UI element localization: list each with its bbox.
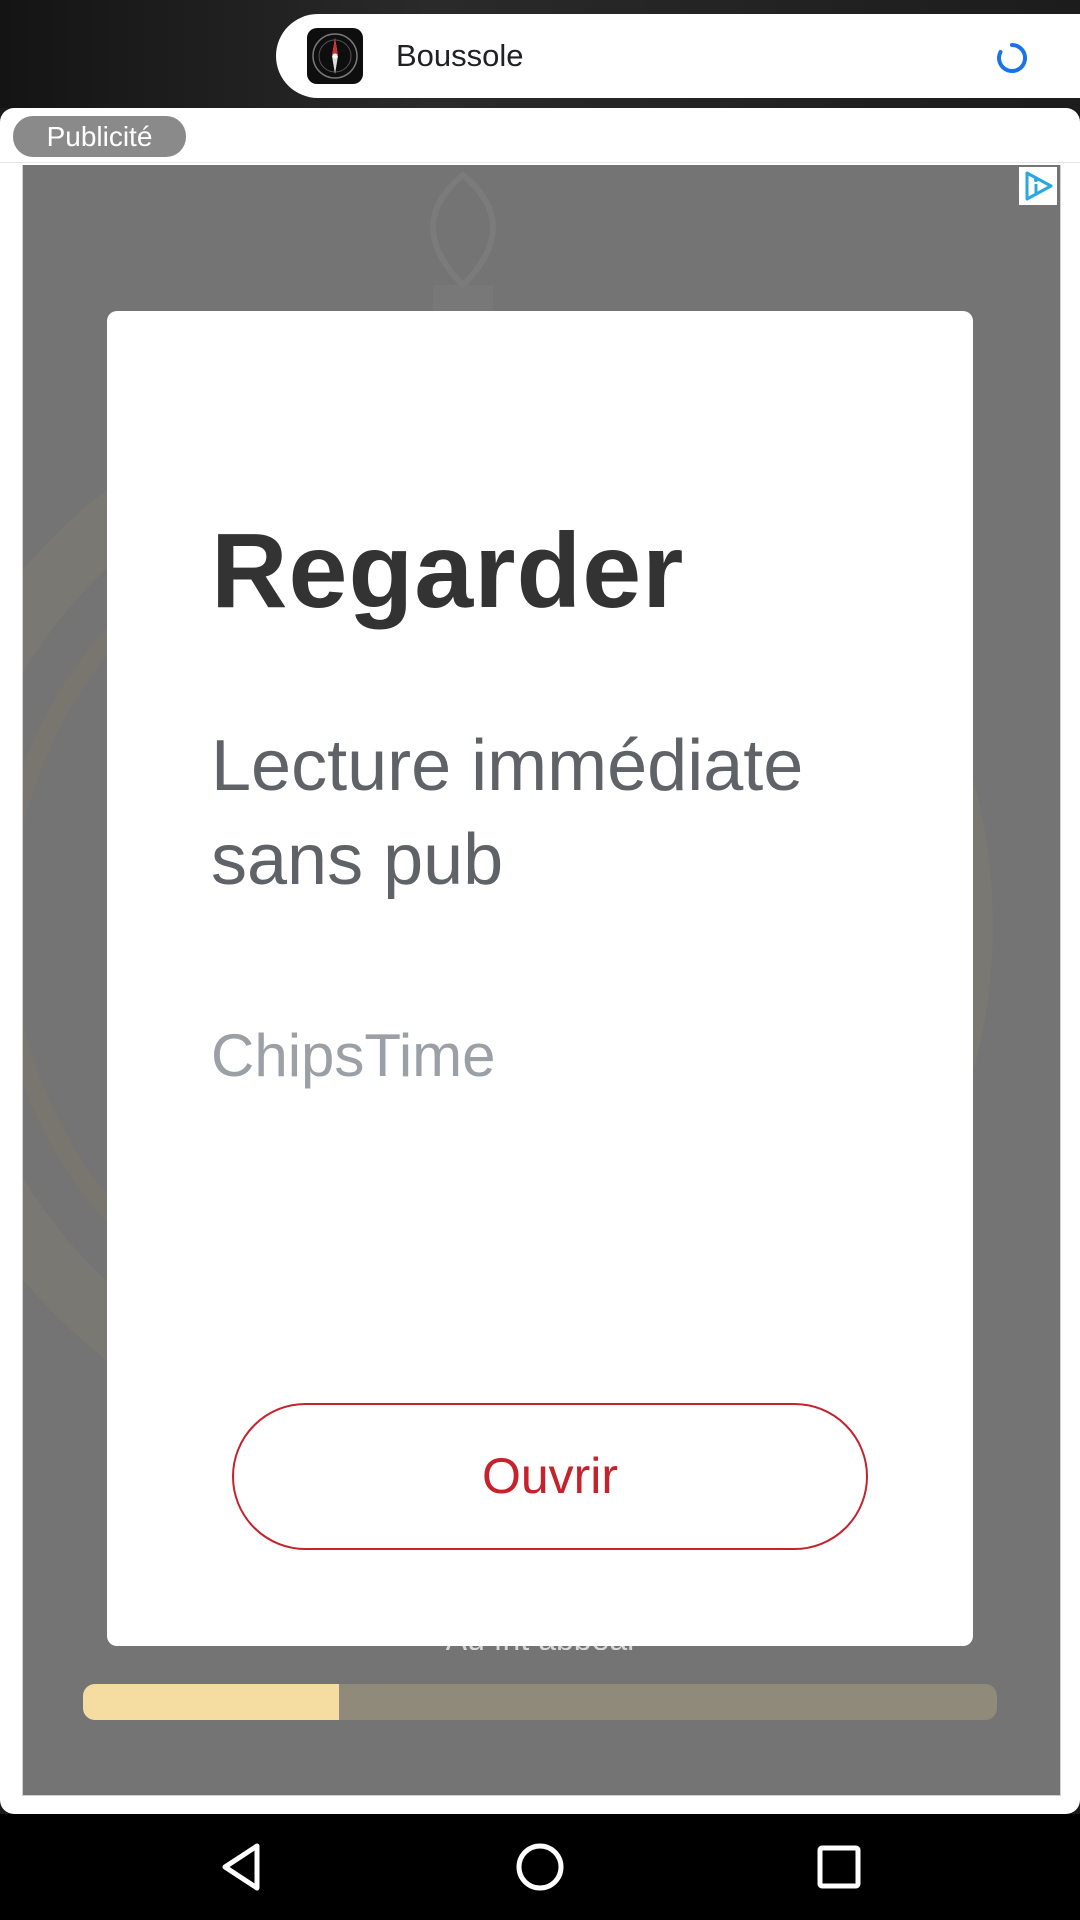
ad-subtitle: Lecture immédiate sans pub [211,726,804,900]
loading-spinner-icon [996,42,1028,74]
ad-label: Publicité [13,116,186,157]
ad-brand: ChipsTime [211,1022,496,1089]
ad-progress-fill [83,1684,339,1720]
ad-progress-bar [83,1684,997,1720]
open-button[interactable]: Ouvrir [232,1403,868,1550]
app-header-pill[interactable]: Boussole [276,14,1080,98]
system-nav-bar [0,1814,1080,1920]
app-name: Boussole [396,38,524,73]
compass-icon [307,28,363,84]
ad-divider [0,162,1080,163]
ad-headline: Regarder [211,512,685,630]
home-circle-icon[interactable] [480,1814,600,1920]
recents-square-icon[interactable] [779,1814,899,1920]
adchoices-icon[interactable] [1019,167,1057,205]
ad-card[interactable]: Regarder Lecture immédiate sans pub Chip… [107,311,973,1646]
back-triangle-icon[interactable] [181,1814,301,1920]
